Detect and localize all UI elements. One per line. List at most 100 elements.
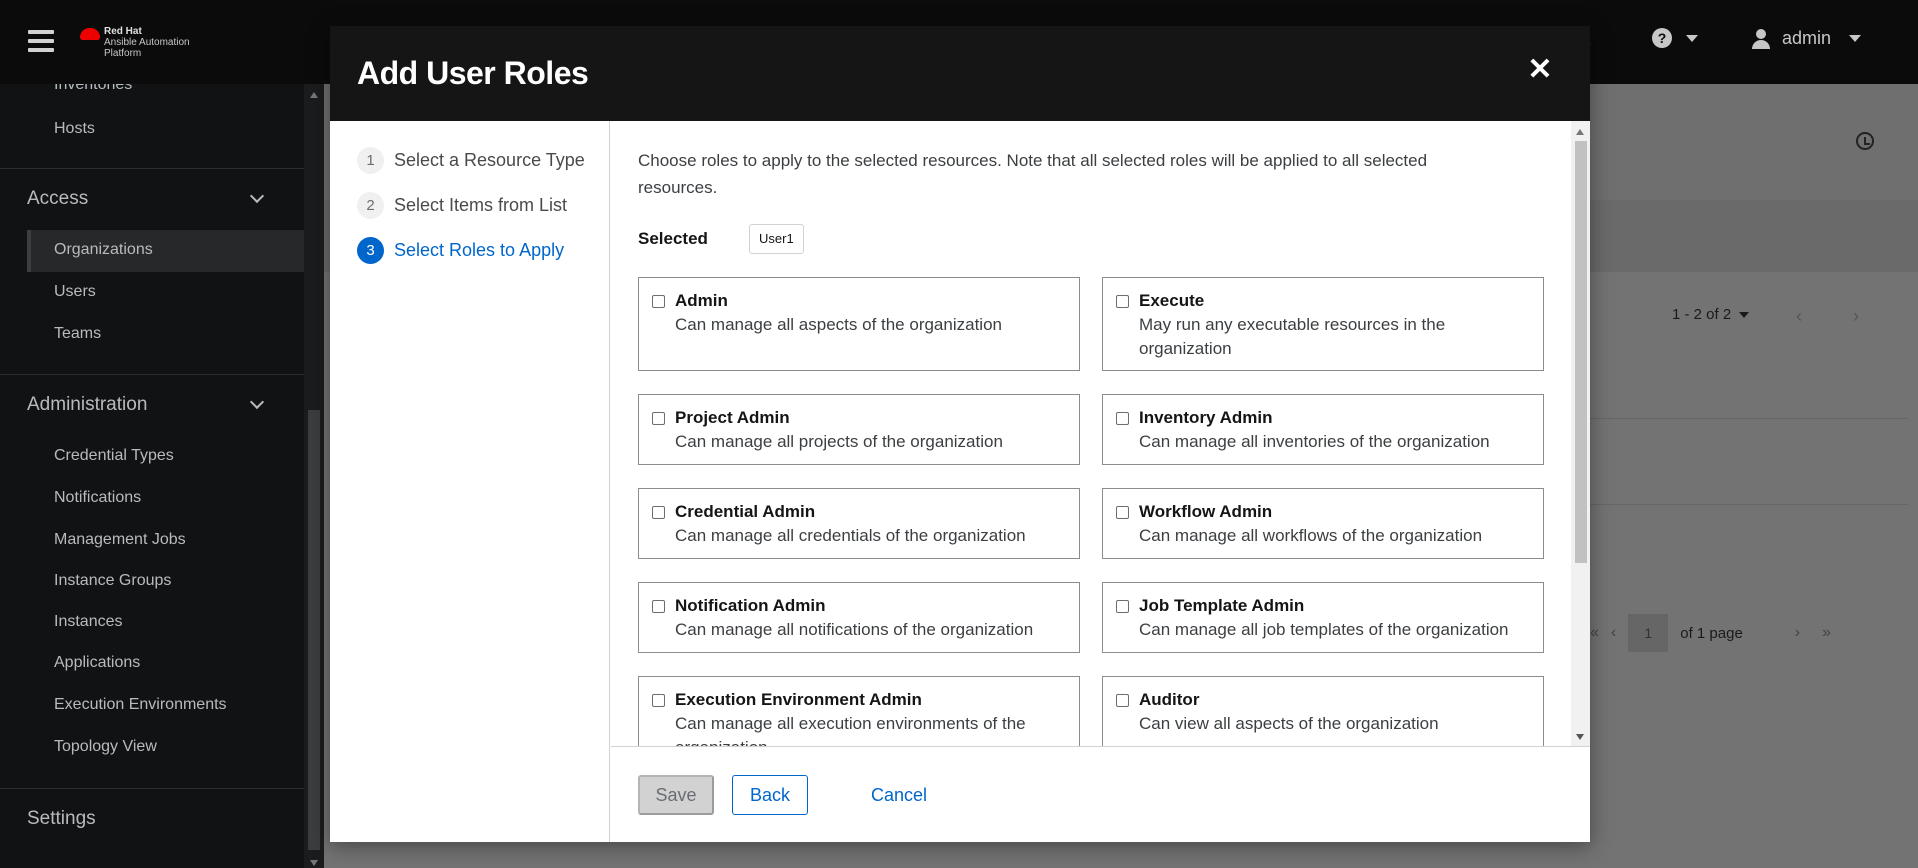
chevron-down-icon[interactable]: [249, 394, 265, 410]
role-card-inventory-admin[interactable]: Inventory Admin Can manage all inventori…: [1102, 394, 1544, 465]
cancel-button[interactable]: Cancel: [854, 775, 944, 815]
divider: [1590, 418, 1908, 419]
roles-instructions: Choose roles to apply to the selected re…: [638, 151, 1428, 197]
back-button[interactable]: Back: [732, 775, 808, 815]
sidebar-item-execution-environments[interactable]: Execution Environments: [54, 696, 227, 714]
scroll-up-icon[interactable]: [1576, 129, 1584, 135]
page-count-label: of 1 page: [1680, 624, 1743, 642]
role-checkbox-execution-environment-admin[interactable]: [652, 694, 665, 707]
history-icon[interactable]: [1856, 132, 1874, 150]
caret-down-icon: [1686, 34, 1698, 42]
brand-logo[interactable]: Red Hat Ansible Automation Platform: [80, 26, 190, 59]
wizard-step-1[interactable]: 1 Select a Resource Type: [357, 147, 585, 174]
role-card-execution-environment-admin[interactable]: Execution Environment Admin Can manage a…: [638, 676, 1080, 746]
role-name: Admin: [675, 291, 728, 310]
save-button[interactable]: Save: [638, 775, 714, 815]
user-name: admin: [1782, 28, 1832, 48]
modal-scrollbar[interactable]: [1571, 121, 1590, 746]
brand-line1: Red Hat: [104, 26, 142, 37]
brand-line2: Ansible Automation: [104, 37, 190, 48]
role-checkbox-project-admin[interactable]: [652, 412, 665, 425]
role-checkbox-credential-admin[interactable]: [652, 506, 665, 519]
role-card-job-template-admin[interactable]: Job Template Admin Can manage all job te…: [1102, 582, 1544, 653]
role-card-credential-admin[interactable]: Credential Admin Can manage all credenti…: [638, 488, 1080, 559]
sidebar-item-notifications[interactable]: Notifications: [54, 489, 141, 507]
role-card-admin[interactable]: Admin Can manage all aspects of the orga…: [638, 277, 1080, 371]
step-label: Select Items from List: [394, 195, 568, 215]
role-description: Can manage all credentials of the organi…: [675, 526, 1026, 545]
bottom-pagination: « ‹ 1 of 1 page › »: [1590, 614, 1831, 652]
sidebar-item-hosts[interactable]: Hosts: [54, 120, 95, 138]
sidebar-item-inventories[interactable]: Inventories: [54, 84, 132, 94]
role-description: May run any executable resources in the …: [1139, 315, 1446, 358]
user-dropdown[interactable]: admin: [1752, 28, 1862, 49]
first-page-icon[interactable]: «: [1590, 624, 1599, 642]
sidebar-item-instance-groups[interactable]: Instance Groups: [54, 572, 171, 590]
nav-group-settings[interactable]: Settings: [27, 808, 96, 830]
scroll-up-icon[interactable]: [310, 92, 318, 98]
chevron-right-icon[interactable]: ›: [1853, 306, 1859, 326]
role-description: Can manage all inventories of the organi…: [1139, 432, 1490, 451]
role-checkbox-workflow-admin[interactable]: [1116, 506, 1129, 519]
nav-group-administration[interactable]: Administration: [27, 394, 147, 416]
sidebar-item-teams[interactable]: Teams: [54, 325, 101, 343]
role-card-notification-admin[interactable]: Notification Admin Can manage all notifi…: [638, 582, 1080, 653]
brand-line3: Platform: [104, 48, 142, 59]
role-description: Can manage all aspects of the organizati…: [675, 315, 1002, 334]
role-checkbox-inventory-admin[interactable]: [1116, 412, 1129, 425]
selected-label: Selected: [638, 229, 708, 248]
selected-resource-chip: User1: [749, 224, 804, 254]
last-page-icon[interactable]: »: [1822, 624, 1831, 642]
scroll-down-icon[interactable]: [310, 860, 318, 866]
scrollbar-thumb[interactable]: [1575, 141, 1587, 563]
wizard-step-3[interactable]: 3 Select Roles to Apply: [357, 237, 564, 264]
role-checkbox-notification-admin[interactable]: [652, 600, 665, 613]
wizard-step-2[interactable]: 2 Select Items from List: [357, 192, 567, 219]
divider: [0, 168, 304, 169]
role-name: Notification Admin: [675, 596, 826, 615]
role-name: Inventory Admin: [1139, 408, 1273, 427]
pagination-arrows[interactable]: ‹ ›: [1796, 306, 1859, 327]
scrollbar-thumb[interactable]: [308, 410, 320, 850]
role-card-execute[interactable]: Execute May run any executable resources…: [1102, 277, 1544, 371]
divider: [1590, 504, 1908, 505]
sidebar-item-management-jobs[interactable]: Management Jobs: [54, 531, 186, 549]
step-number: 3: [357, 237, 384, 264]
wizard-footer: Save Back Cancel: [611, 746, 1590, 842]
caret-down-icon: [1849, 35, 1862, 42]
sidebar-item-users[interactable]: Users: [54, 283, 96, 301]
sidebar-item-topology-view[interactable]: Topology View: [54, 738, 157, 756]
wizard-steps-nav: 1 Select a Resource Type 2 Select Items …: [330, 121, 610, 842]
role-name: Execute: [1139, 291, 1205, 310]
help-dropdown[interactable]: ?: [1652, 28, 1698, 48]
sidebar-item-instances[interactable]: Instances: [54, 613, 122, 631]
sidebar-item-organizations[interactable]: Organizations: [54, 241, 153, 259]
role-checkbox-auditor[interactable]: [1116, 694, 1129, 707]
role-checkbox-admin[interactable]: [652, 295, 665, 308]
step-label: Select Roles to Apply: [394, 240, 565, 260]
caret-down-icon: [1739, 311, 1750, 318]
role-name: Job Template Admin: [1139, 596, 1305, 615]
role-description: Can manage all execution environments of…: [675, 714, 1026, 746]
chevron-left-icon[interactable]: ‹: [1796, 306, 1802, 326]
role-card-project-admin[interactable]: Project Admin Can manage all projects of…: [638, 394, 1080, 465]
close-icon[interactable]: ✕: [1526, 55, 1554, 85]
scroll-down-icon[interactable]: [1576, 734, 1584, 740]
hamburger-menu-icon[interactable]: [28, 30, 54, 52]
role-checkbox-job-template-admin[interactable]: [1116, 600, 1129, 613]
page-number-input[interactable]: 1: [1628, 614, 1669, 652]
sidebar-scrollbar[interactable]: [304, 84, 324, 868]
role-description: Can view all aspects of the organization: [1139, 714, 1439, 733]
role-card-auditor[interactable]: Auditor Can view all aspects of the orga…: [1102, 676, 1544, 746]
chevron-down-icon[interactable]: [249, 188, 265, 204]
role-card-workflow-admin[interactable]: Workflow Admin Can manage all workflows …: [1102, 488, 1544, 559]
role-checkbox-execute[interactable]: [1116, 295, 1129, 308]
nav-group-access[interactable]: Access: [27, 188, 88, 210]
sidebar-item-credential-types[interactable]: Credential Types: [54, 447, 174, 465]
chevron-left-icon[interactable]: ‹: [1611, 624, 1616, 642]
sidebar-item-applications[interactable]: Applications: [54, 654, 140, 672]
chevron-right-icon[interactable]: ›: [1795, 624, 1800, 642]
role-name: Credential Admin: [675, 502, 816, 521]
pagination-toggle[interactable]: 1 - 2 of 2: [1672, 306, 1750, 323]
role-name: Workflow Admin: [1139, 502, 1273, 521]
